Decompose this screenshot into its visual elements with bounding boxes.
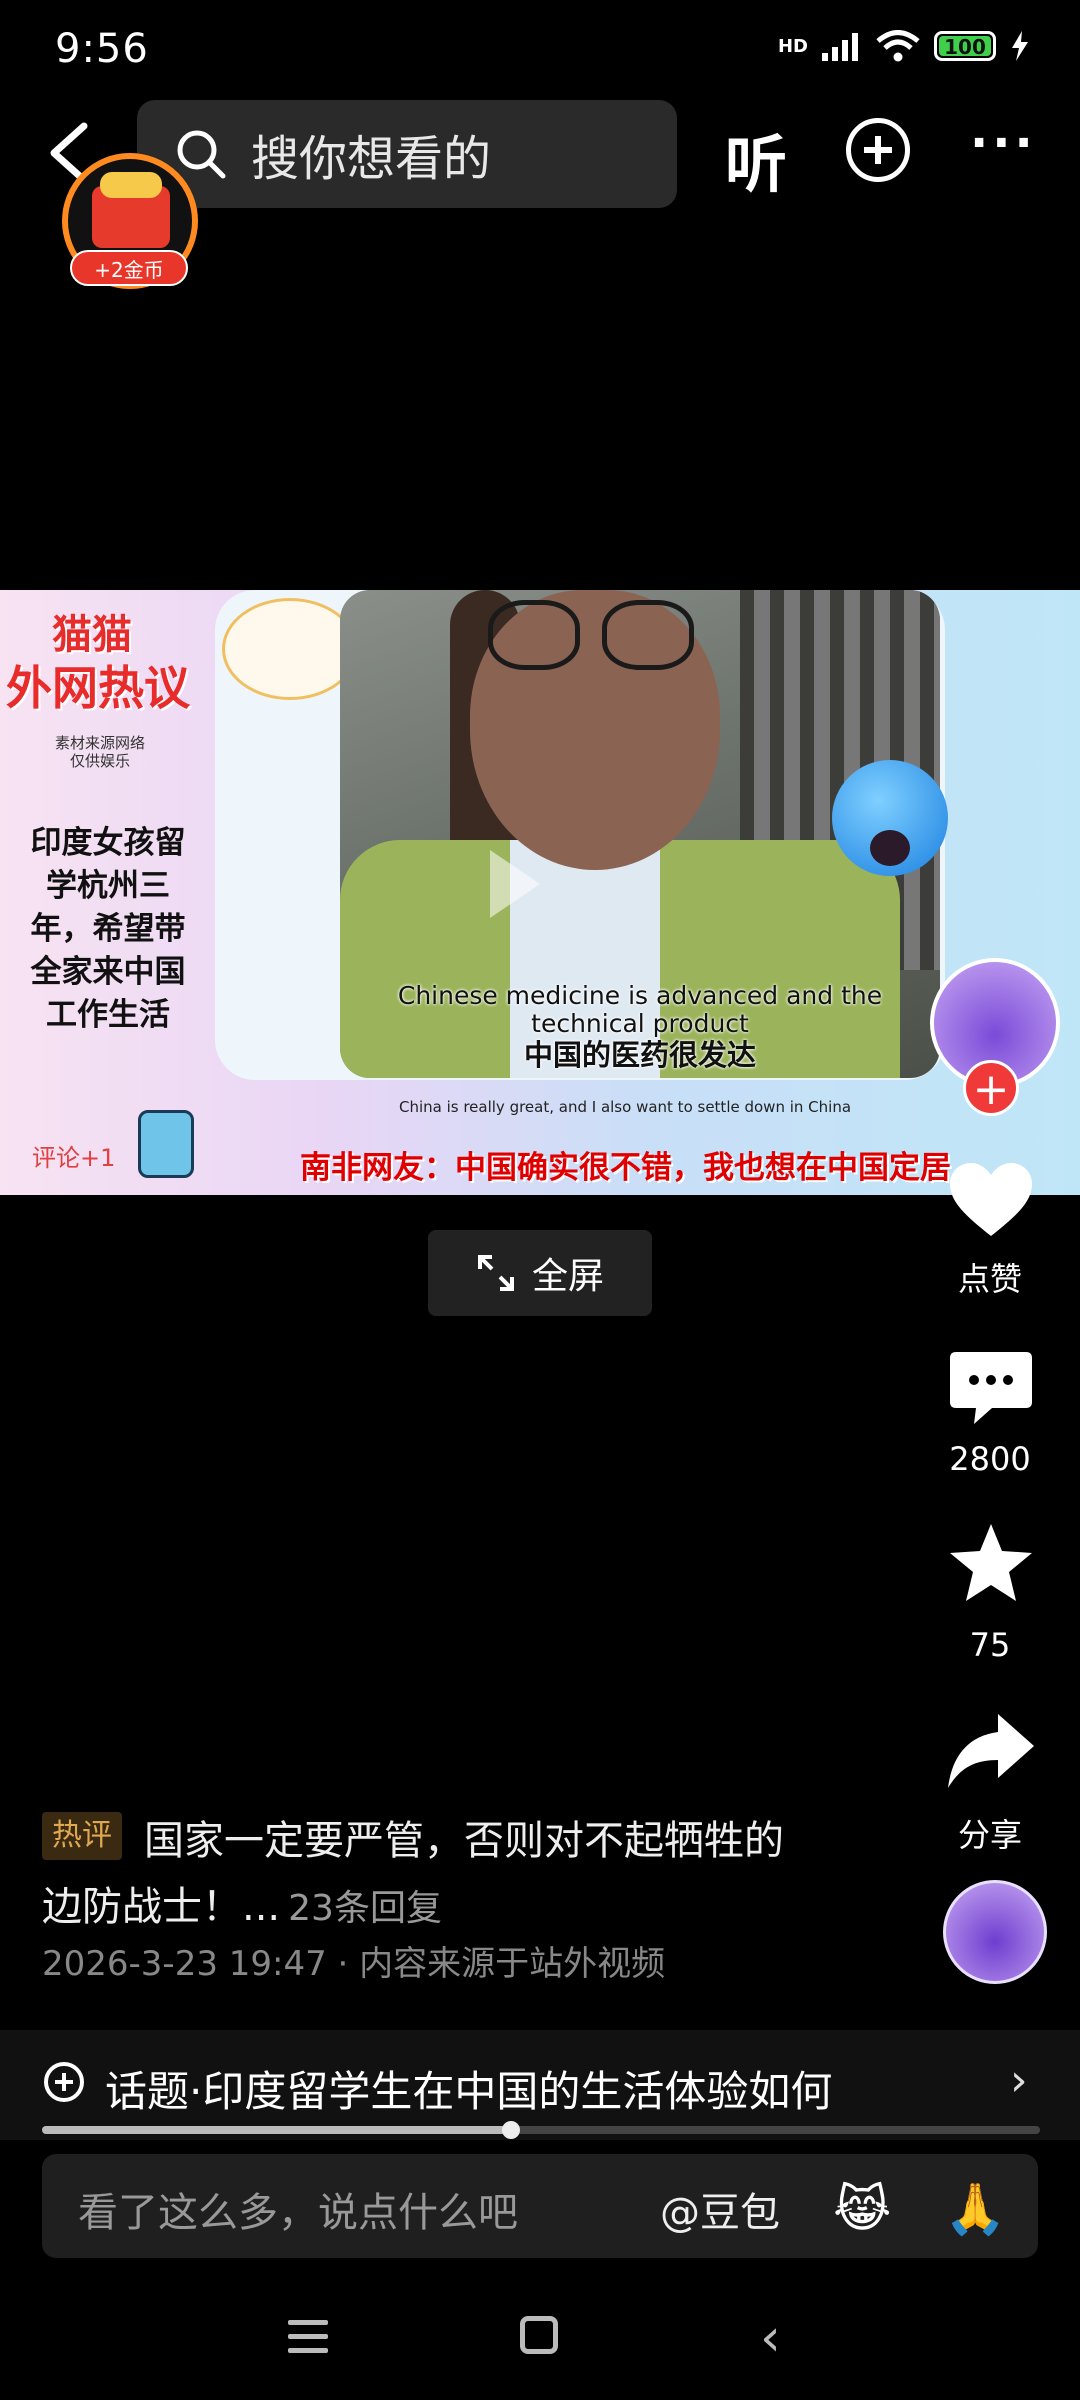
network-label: HD <box>777 35 808 57</box>
pray-emoji-icon[interactable]: 🙏 <box>944 2180 1006 2239</box>
post-meta: 2026-3-23 19:47 · 内容来源于站外视频 <box>42 1944 666 1984</box>
charging-icon <box>1012 31 1028 61</box>
lucky-cat-icon <box>222 598 358 700</box>
home-icon[interactable] <box>520 2316 558 2354</box>
at-doubao-button[interactable]: @豆包 <box>660 2180 780 2238</box>
share-icon[interactable] <box>946 1710 1036 1790</box>
comment-input-placeholder: 看了这么多，说点什么吧 <box>78 2190 518 2236</box>
hot-comment-line2: 边防战士！... <box>42 1884 281 1930</box>
search-placeholder: 搜你想看的 <box>251 131 492 187</box>
back-nav-icon[interactable]: ‹ <box>760 2308 781 2368</box>
hot-comment-tag: 热评 <box>42 1812 122 1860</box>
topic-plus-icon <box>44 2062 84 2102</box>
follow-button[interactable]: + <box>963 1060 1019 1116</box>
coin-reward-label: +2金币 <box>70 250 188 286</box>
share-label: 分享 <box>957 1816 1022 1854</box>
fullscreen-button[interactable]: 全屏 <box>428 1230 652 1316</box>
comment-count: 2800 <box>949 1440 1031 1478</box>
glasses-icon <box>488 600 580 670</box>
subtitle-chinese: 中国的医药很发达 <box>523 1038 756 1072</box>
coin-icon <box>100 172 162 198</box>
search-box[interactable]: 搜你想看的 <box>137 100 677 208</box>
like-label: 点赞 <box>957 1260 1022 1298</box>
video-progress-bar[interactable] <box>42 2121 1040 2139</box>
more-icon[interactable]: ··· <box>970 119 1037 167</box>
video-comment-plus: 评论+1 <box>32 1144 116 1172</box>
battery-icon: 100 <box>934 31 996 61</box>
doubao-avatar[interactable] <box>943 1880 1047 1984</box>
video-side-text: 印度女孩留学杭州三年，希望带全家来中国工作生活 <box>30 825 186 1033</box>
video-title-line2: 外网热议 <box>6 661 190 715</box>
wifi-icon <box>876 30 920 62</box>
listen-button[interactable]: 听 <box>725 114 787 204</box>
status-icons: HD 100 <box>778 30 1030 62</box>
search-icon <box>177 130 226 179</box>
favorite-count: 75 <box>969 1626 1011 1664</box>
hot-comment-text-continued[interactable]: 边防战士！... 23条回复 <box>42 1874 442 1932</box>
comment-icon[interactable] <box>946 1348 1036 1428</box>
chevron-right-icon[interactable]: › <box>1010 2055 1028 2106</box>
expand-icon <box>477 1255 514 1291</box>
video-progress-knob[interactable] <box>502 2121 521 2139</box>
signal-icon <box>822 33 858 61</box>
laughing-emoji-icon[interactable]: 😹 <box>833 2180 891 2238</box>
video-banner: 南非网友：中国确实很不错，我也想在中国定居 <box>300 1150 951 1186</box>
video-player[interactable]: 猫猫 外网热议 素材来源网络 仅供娱乐 印度女孩留学杭州三年，希望带全家来中国工… <box>0 590 1080 1195</box>
play-icon[interactable] <box>490 850 540 918</box>
thumbs-up-icon <box>138 1110 194 1178</box>
hot-comment-text[interactable]: 国家一定要严管，否则对不起牺牲的 <box>144 1808 784 1866</box>
menu-icon[interactable] <box>288 2320 328 2362</box>
fullscreen-label: 全屏 <box>531 1256 604 1297</box>
status-time: 9:56 <box>55 26 149 72</box>
video-source-note: 素材来源网络 仅供娱乐 <box>54 734 145 770</box>
star-icon[interactable] <box>946 1522 1036 1602</box>
caption-small: China is really great, and I also want t… <box>398 1098 852 1116</box>
topic-text[interactable]: 话题·印度留学生在中国的生活体验如何 <box>105 2058 832 2119</box>
glasses-icon <box>602 600 694 670</box>
reply-count[interactable]: 23条回复 <box>288 1888 442 1929</box>
heart-icon[interactable] <box>946 1160 1036 1240</box>
subtitle-english: Chinese medicine is advanced and the tec… <box>397 981 883 1038</box>
battery-level: 100 <box>939 36 991 58</box>
add-icon[interactable] <box>846 118 910 182</box>
emoji-mouth <box>870 830 910 866</box>
video-progress-fill <box>42 2126 512 2134</box>
